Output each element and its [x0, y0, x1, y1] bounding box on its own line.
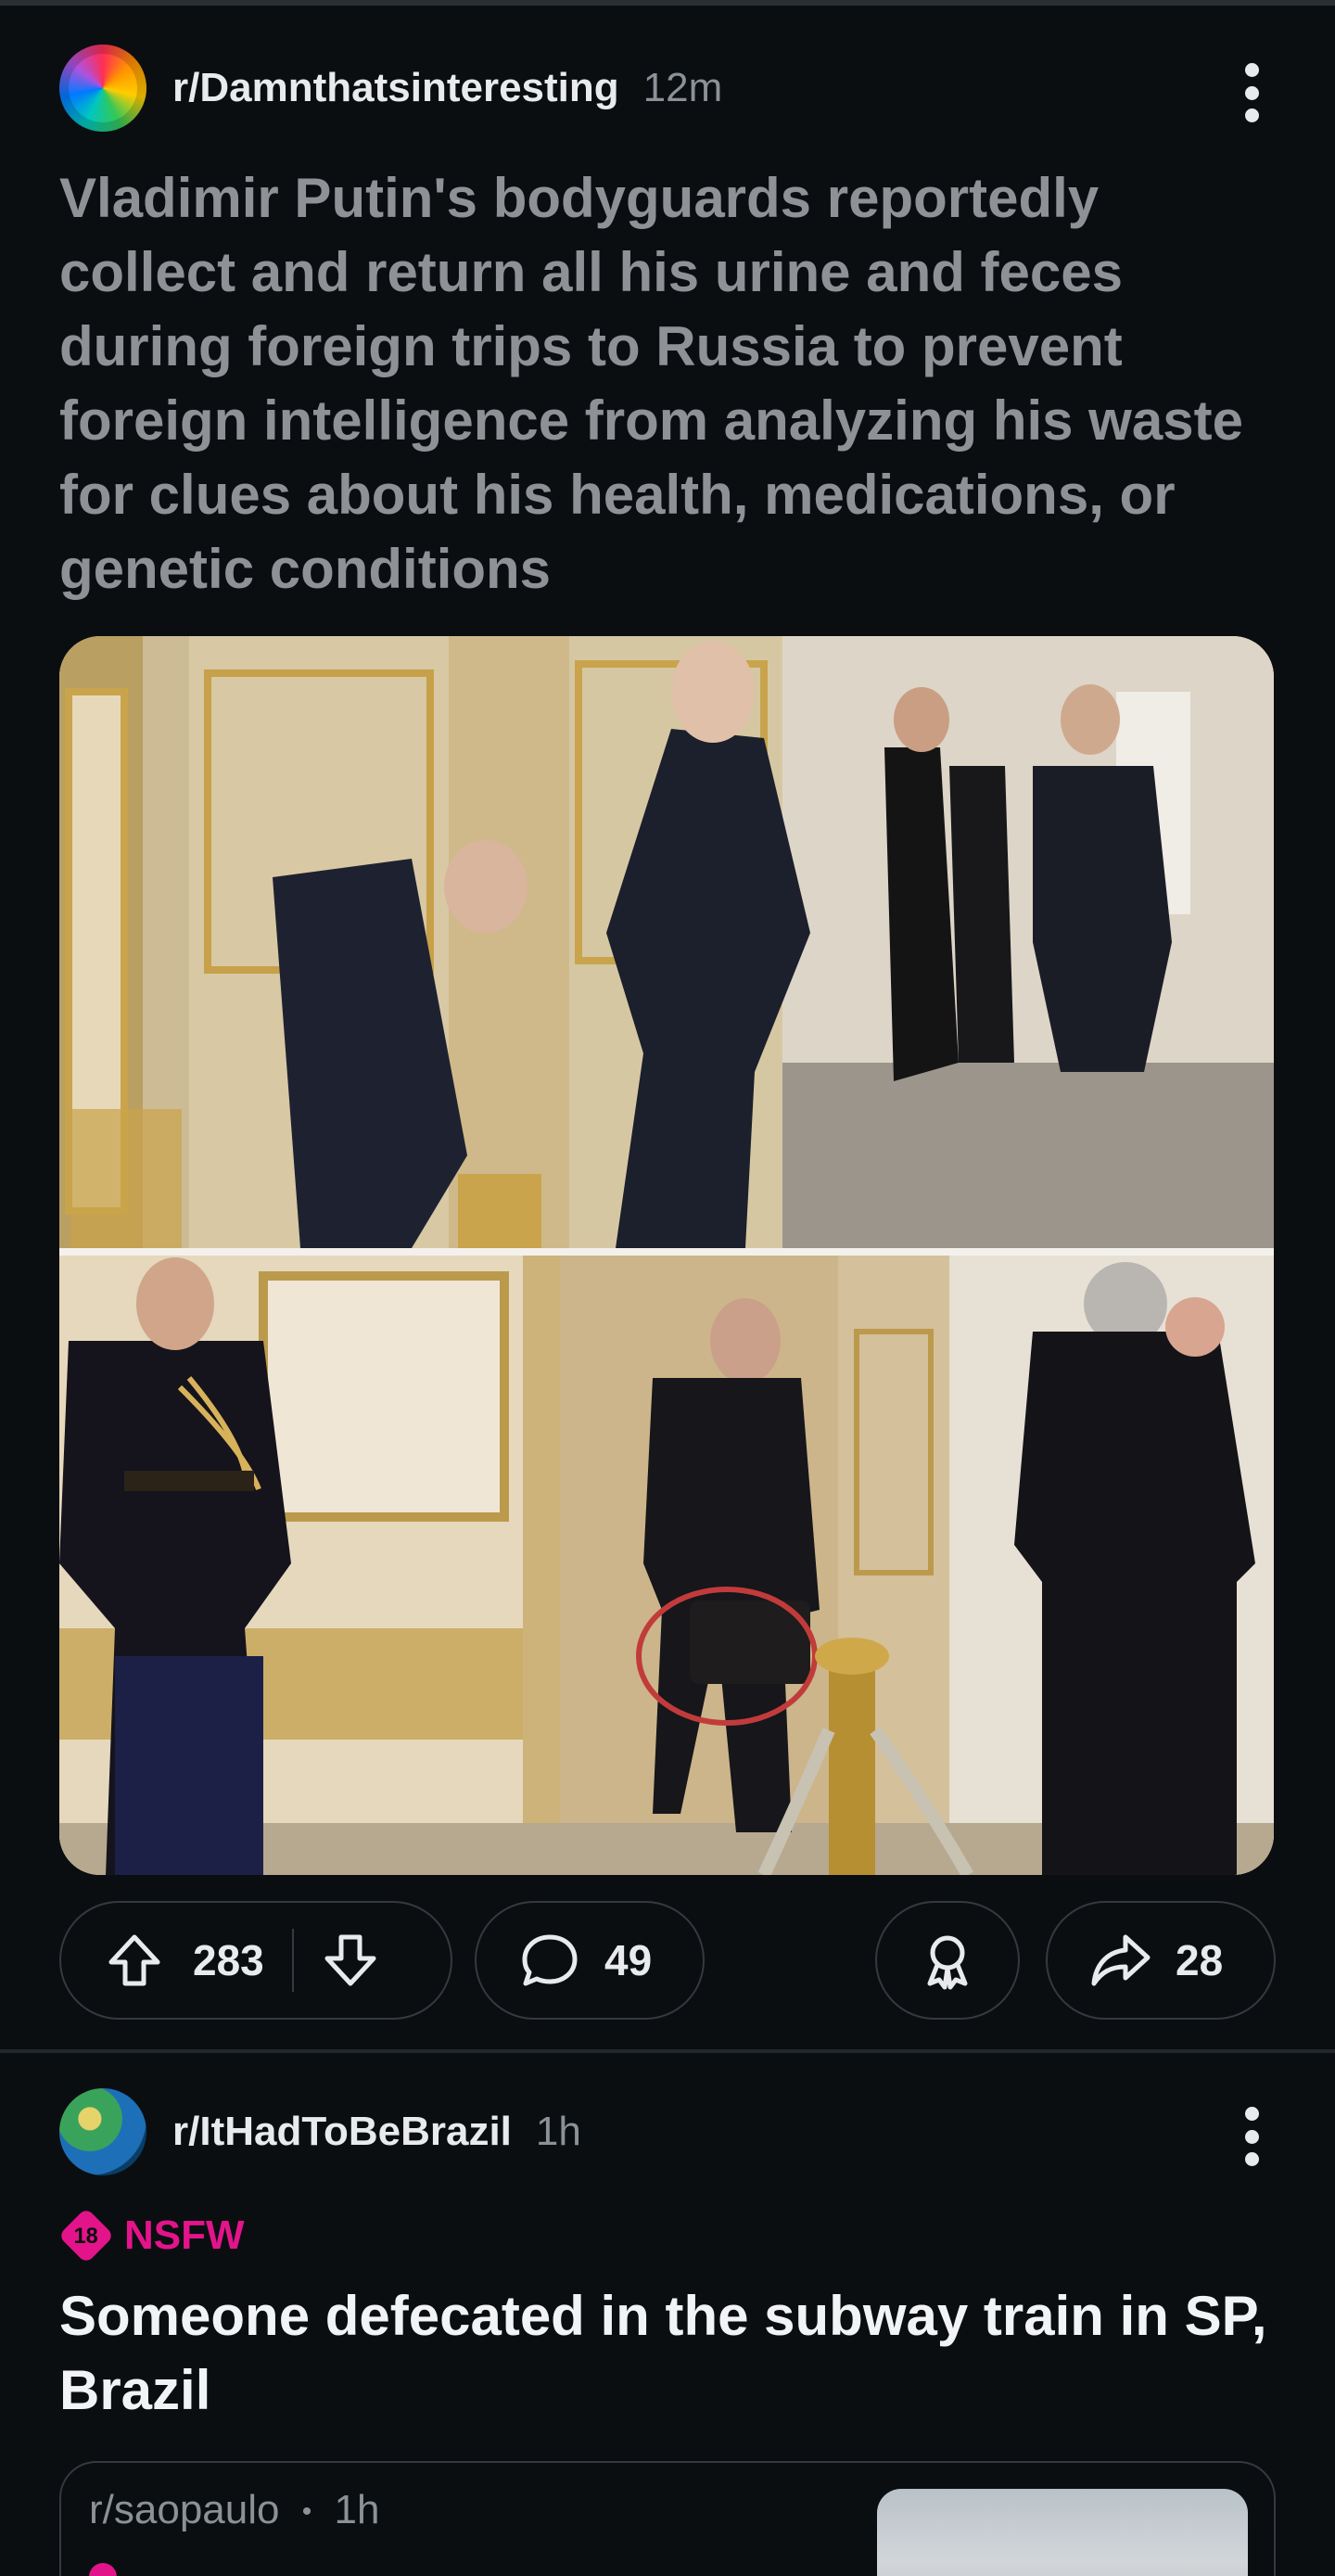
downvote-icon[interactable] — [318, 1928, 383, 1993]
crosspost-time: 1h — [334, 2487, 380, 2532]
comment-icon — [522, 1934, 578, 1986]
share-count: 28 — [1176, 1936, 1224, 1984]
feed-post[interactable]: r/Damnthatsinteresting 12m Vladimir Puti… — [0, 6, 1335, 2049]
subreddit-name[interactable]: r/Damnthatsinteresting — [172, 65, 619, 111]
post-title[interactable]: Vladimir Putin's bodyguards reportedly c… — [59, 161, 1283, 606]
comments-button[interactable]: 49 — [475, 1901, 705, 2020]
nsfw-tag: 18 NSFW — [57, 2207, 245, 2264]
award-icon — [927, 1935, 968, 1990]
post-time: 12m — [642, 65, 723, 110]
post-header: r/ItHadToBeBrazil 1h — [59, 2088, 1276, 2175]
crosspost-meta: r/saopaulo • 1h — [89, 2487, 379, 2533]
nsfw-label: NSFW — [124, 2213, 245, 2258]
post-action-bar: 283 49 28 — [59, 1901, 1276, 2020]
crosspost-thumbnail[interactable] — [877, 2489, 1248, 2576]
share-icon — [1091, 1934, 1151, 1986]
kebab-menu-icon[interactable] — [1242, 63, 1261, 122]
post-time: 1h — [535, 2109, 581, 2154]
comment-count: 49 — [604, 1936, 653, 1984]
upvote-icon[interactable] — [102, 1928, 167, 1993]
post-title[interactable]: Someone defecated in the subway train in… — [59, 2279, 1283, 2428]
vote-control: 283 — [59, 1901, 452, 2020]
vote-separator — [291, 1929, 294, 1992]
post-header: r/Damnthatsinteresting 12m — [59, 45, 1276, 132]
kebab-menu-icon[interactable] — [1242, 2107, 1261, 2166]
nsfw-18-icon: 18 — [57, 2207, 115, 2264]
crosspost-card[interactable]: r/saopaulo • 1h — [59, 2461, 1276, 2576]
subreddit-name[interactable]: r/ItHadToBeBrazil — [172, 2109, 512, 2155]
meta-separator: • — [301, 2496, 312, 2528]
subreddit-avatar[interactable] — [59, 2088, 146, 2175]
award-button[interactable] — [875, 1901, 1020, 2020]
upvote-count: 283 — [193, 1936, 264, 1984]
nsfw-dot-icon — [89, 2563, 117, 2576]
share-button[interactable]: 28 — [1046, 1901, 1276, 2020]
feed-post[interactable]: r/ItHadToBeBrazil 1h 18 NSFW Someone def… — [0, 2053, 1335, 2576]
subreddit-avatar[interactable] — [59, 45, 146, 132]
nsfw-number: 18 — [73, 2223, 99, 2248]
post-image[interactable] — [59, 636, 1274, 1875]
crosspost-subreddit[interactable]: r/saopaulo — [89, 2487, 279, 2532]
